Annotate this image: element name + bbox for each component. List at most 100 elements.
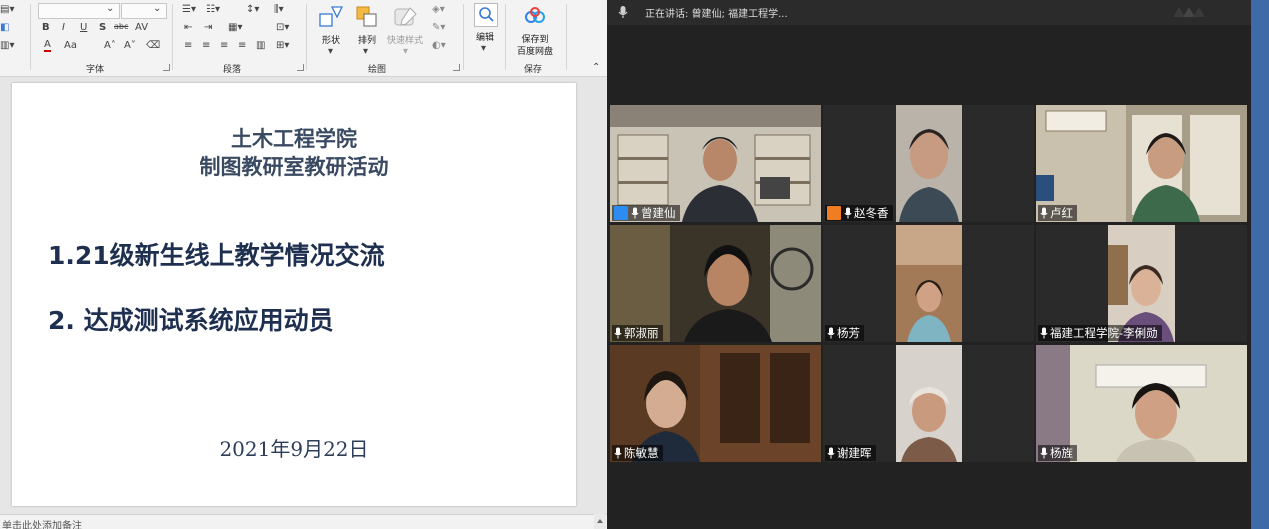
app-logo-icon — [1173, 7, 1205, 17]
edit-button[interactable]: 编辑 — [472, 30, 498, 43]
participant-nameplate: 郭淑丽 — [612, 325, 663, 341]
strikethrough-button[interactable]: abc — [114, 22, 128, 31]
line-spacing-icon[interactable]: ↕▾ — [246, 4, 259, 15]
chevron-down-icon[interactable]: ▾ — [481, 43, 486, 54]
aa-case-icon[interactable]: Aa — [64, 40, 77, 51]
slide-title-line2: 制图教研室教研活动 — [199, 154, 389, 179]
quick-style-button[interactable]: 快速样式 — [382, 33, 428, 46]
distribute-icon[interactable]: ▥ — [256, 40, 265, 51]
quick-style-icon[interactable] — [392, 4, 418, 30]
justify-icon[interactable]: ≡ — [238, 40, 246, 51]
participant-tile[interactable]: 杨芳 — [823, 225, 1034, 342]
host-avatar-icon — [614, 206, 628, 220]
participant-tile[interactable]: 福建工程学院-李俐勋 — [1036, 225, 1247, 342]
section-icon[interactable]: ▥▾ — [0, 40, 14, 51]
shape-button[interactable]: 形状 — [318, 33, 344, 46]
decrease-indent-icon[interactable]: ⇤ — [184, 22, 192, 33]
drawing-dialog-launcher[interactable] — [453, 64, 460, 71]
edit-search-box[interactable] — [474, 3, 498, 27]
align-left-icon[interactable]: ≡ — [184, 40, 192, 51]
participant-name: 郭淑丽 — [624, 326, 659, 340]
separator — [172, 4, 173, 70]
save-to-button-line2[interactable]: 百度网盘 — [512, 44, 558, 57]
microphone-icon — [827, 447, 835, 459]
outline-pen-icon[interactable]: ✎▾ — [432, 22, 445, 33]
layout-icon[interactable]: ▤▾ — [0, 4, 14, 15]
slide-agenda-item-1: 1.21级新生线上教学情况交流 — [48, 241, 385, 270]
grow-font-icon[interactable]: A˄ — [104, 40, 116, 51]
bold-button[interactable]: B — [42, 22, 50, 33]
columns-icon[interactable]: ▦▾ — [228, 22, 242, 33]
shadow-button[interactable]: S — [99, 22, 106, 33]
participant-name: 杨芳 — [837, 326, 860, 340]
participant-tile[interactable]: 曾建仙 — [610, 105, 821, 222]
text-direction-icon[interactable]: ⫼▾ — [274, 4, 284, 15]
participant-name: 福建工程学院-李俐勋 — [1050, 326, 1158, 340]
align-right-icon[interactable]: ≡ — [220, 40, 228, 51]
participant-tile[interactable]: 谢建晖 — [823, 345, 1034, 462]
reset-icon[interactable]: ◧ — [0, 22, 9, 33]
collapse-ribbon-icon[interactable]: ⌃ — [592, 62, 600, 73]
underline-button[interactable]: U — [80, 22, 87, 33]
smartart-icon[interactable]: ⊞▾ — [276, 40, 289, 51]
slide-title-line1: 土木工程学院 — [231, 126, 357, 151]
separator — [505, 4, 506, 70]
paragraph-group-label: 段落 — [223, 65, 242, 75]
participant-nameplate: 赵冬香 — [825, 205, 893, 221]
numbering-icon[interactable]: ☷▾ — [206, 4, 220, 15]
microphone-icon[interactable] — [617, 5, 629, 19]
arrange-button[interactable]: 排列 — [354, 33, 380, 46]
microphone-icon — [1040, 327, 1048, 339]
italic-button[interactable]: I — [62, 22, 65, 33]
shrink-font-icon[interactable]: A˅ — [124, 40, 136, 51]
font-dialog-launcher[interactable] — [163, 64, 170, 71]
slide-date: 2021年9月22日 — [219, 437, 369, 461]
char-spacing-icon[interactable]: AV — [135, 22, 148, 33]
separator — [463, 4, 464, 70]
participant-name: 谢建晖 — [837, 446, 872, 460]
host-avatar-icon — [827, 206, 841, 220]
slide-canvas[interactable]: 土木工程学院 制图教研室教研活动 1.21级新生线上教学情况交流 2. 达成测试… — [12, 83, 576, 506]
meeting-top-bar: 正在讲话: 曾建仙; 福建工程学... — [607, 0, 1251, 25]
participant-tile[interactable]: 郭淑丽 — [610, 225, 821, 342]
bullets-icon[interactable]: ☰▾ — [182, 4, 196, 15]
shape-icon[interactable] — [318, 4, 344, 30]
chevron-down-icon[interactable]: ⌄ — [153, 3, 161, 14]
search-icon — [479, 7, 494, 22]
desktop-edge — [1251, 0, 1269, 529]
participant-nameplate: 福建工程学院-李俐勋 — [1038, 325, 1162, 341]
chevron-down-icon[interactable]: ▾ — [403, 46, 408, 57]
microphone-icon — [631, 207, 639, 219]
participant-tile[interactable]: 杨旌 — [1036, 345, 1247, 462]
slide-agenda-item-2: 2. 达成测试系统应用动员 — [48, 306, 334, 335]
microphone-icon — [844, 207, 852, 219]
participant-tile[interactable]: 赵冬香 — [823, 105, 1034, 222]
arrange-icon[interactable] — [354, 4, 380, 30]
participant-nameplate: 谢建晖 — [825, 445, 876, 461]
paragraph-dialog-launcher[interactable] — [297, 64, 304, 71]
baidu-netdisk-icon[interactable] — [524, 6, 546, 24]
align-center-icon[interactable]: ≡ — [202, 40, 210, 51]
notes-pane[interactable]: 单击此处添加备注 — [0, 514, 607, 529]
effects-icon[interactable]: ◐▾ — [432, 40, 446, 51]
chevron-down-icon[interactable]: ⌄ — [106, 3, 114, 14]
drawing-group-label: 绘图 — [368, 65, 387, 75]
participant-nameplate: 曾建仙 — [612, 205, 680, 221]
fill-bucket-icon[interactable]: ◈▾ — [432, 4, 445, 15]
increase-indent-icon[interactable]: ⇥ — [204, 22, 212, 33]
notes-placeholder: 单击此处添加备注 — [2, 521, 82, 529]
participant-tile[interactable]: 卢红 — [1036, 105, 1247, 222]
chevron-down-icon[interactable]: ▾ — [328, 46, 333, 57]
participant-nameplate: 卢红 — [1038, 205, 1077, 221]
participant-nameplate: 杨旌 — [1038, 445, 1077, 461]
align-text-icon[interactable]: ⊡▾ — [276, 22, 289, 33]
clear-format-icon[interactable]: ⌫ — [146, 40, 160, 51]
participant-name: 陈敏慧 — [624, 446, 659, 460]
chevron-down-icon[interactable]: ▾ — [363, 46, 368, 57]
separator — [306, 4, 307, 70]
font-color-button[interactable]: A — [44, 40, 51, 52]
ribbon-toolbar: ▤▾ ◧ ▥▾ ⌄ ⌄ B I U S abc AV A Aa A˄ A˅ ⌫ … — [0, 0, 607, 77]
scroll-up-button[interactable] — [594, 514, 606, 529]
participant-tile[interactable]: 陈敏慧 — [610, 345, 821, 462]
separator — [30, 4, 31, 70]
